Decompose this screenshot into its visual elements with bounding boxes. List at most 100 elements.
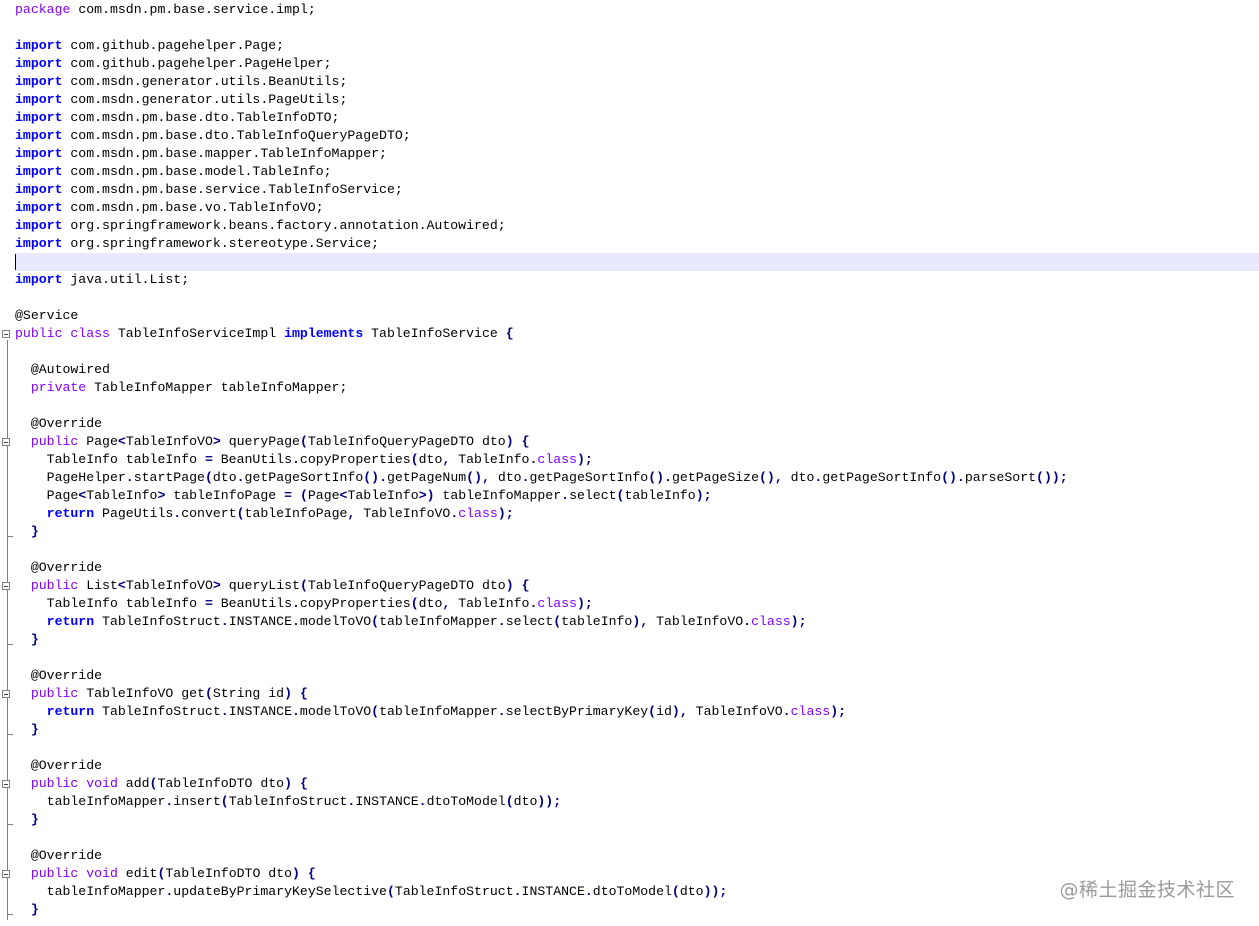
code-line[interactable]: PageHelper.startPage(dto.getPageSortInfo… (15, 469, 1259, 487)
code-token: tableInfoMapper (379, 614, 498, 629)
code-line[interactable]: import com.msdn.generator.utils.BeanUtil… (15, 73, 1259, 91)
code-line[interactable]: public void add(TableInfoDTO dto) { (15, 775, 1259, 793)
fold-collapse-icon[interactable] (2, 438, 10, 446)
code-line[interactable]: } (15, 811, 1259, 829)
fold-collapse-icon[interactable] (2, 582, 10, 590)
code-token: TableInfoService (363, 326, 506, 341)
code-line[interactable]: import com.msdn.pm.base.mapper.TableInfo… (15, 145, 1259, 163)
code-token: dtoToModel (592, 884, 672, 899)
code-line[interactable]: import com.msdn.pm.base.dto.TableInfoQue… (15, 127, 1259, 145)
code-line[interactable]: } (15, 523, 1259, 541)
code-token: import (15, 272, 63, 287)
code-token: class (751, 614, 791, 629)
fold-end-marker (7, 536, 13, 537)
code-line[interactable]: private TableInfoMapper tableInfoMapper; (15, 379, 1259, 397)
code-token: return (46, 614, 95, 629)
code-line[interactable]: Page<TableInfo> tableInfoPage = (Page<Ta… (15, 487, 1259, 505)
code-line[interactable]: import com.msdn.pm.base.vo.TableInfoVO; (15, 199, 1259, 217)
fold-collapse-icon[interactable] (2, 780, 10, 788)
code-line[interactable]: @Autowired (15, 361, 1259, 379)
code-token: class (537, 596, 577, 611)
code-editor[interactable]: package com.msdn.pm.base.service.impl; im… (0, 0, 1259, 926)
code-line[interactable]: } (15, 631, 1259, 649)
code-line[interactable]: import com.github.pagehelper.PageHelper; (15, 55, 1259, 73)
code-token: . (220, 614, 229, 629)
code-line[interactable]: public List<TableInfoVO> queryList(Table… (15, 577, 1259, 595)
code-token: insert (173, 794, 221, 809)
code-line[interactable]: import com.msdn.pm.base.model.TableInfo; (15, 163, 1259, 181)
code-line[interactable]: public Page<TableInfoVO> queryPage(Table… (15, 433, 1259, 451)
code-token: ), (632, 614, 649, 629)
code-line[interactable]: package com.msdn.pm.base.service.impl; (15, 1, 1259, 19)
code-line[interactable] (15, 289, 1259, 307)
code-line[interactable]: import org.springframework.stereotype.Se… (15, 235, 1259, 253)
fold-collapse-icon[interactable] (2, 690, 10, 698)
code-token: )); (537, 794, 562, 809)
code-token: TableInfo (347, 488, 419, 503)
code-token: import (15, 182, 63, 197)
code-token: getPageSortInfo (529, 470, 649, 485)
code-line[interactable]: tableInfoMapper.insert(TableInfoStruct.I… (15, 793, 1259, 811)
fold-collapse-icon[interactable] (2, 330, 10, 338)
code-line[interactable] (15, 19, 1259, 37)
code-token: . (418, 794, 427, 809)
code-token: import (15, 92, 63, 107)
code-line[interactable] (15, 253, 1259, 271)
code-token: . (513, 884, 522, 899)
code-token: implements (284, 326, 364, 341)
code-token: TableInfoQueryPageDTO dto (307, 434, 506, 449)
code-lines[interactable]: package com.msdn.pm.base.service.impl; im… (15, 1, 1259, 919)
code-token: getPageSortInfo (822, 470, 942, 485)
code-line[interactable] (15, 343, 1259, 361)
code-line[interactable]: import java.util.List; (15, 271, 1259, 289)
code-token: edit (117, 866, 158, 881)
code-line[interactable] (15, 739, 1259, 757)
code-token: com.msdn.pm.base.mapper.TableInfoMapper; (62, 146, 387, 161)
code-line[interactable]: } (15, 721, 1259, 739)
code-token: ); (497, 506, 514, 521)
code-token: id (656, 704, 672, 719)
code-line[interactable]: import com.msdn.pm.base.dto.TableInfoDTO… (15, 109, 1259, 127)
code-line[interactable]: public TableInfoVO get(String id) { (15, 685, 1259, 703)
code-line[interactable]: @Override (15, 559, 1259, 577)
code-token: dto (212, 470, 237, 485)
fold-gutter[interactable] (0, 0, 14, 926)
code-token: import (15, 164, 63, 179)
code-line[interactable] (15, 541, 1259, 559)
code-token: convert (181, 506, 237, 521)
code-token: getPageSize (671, 470, 760, 485)
code-token: select (505, 614, 554, 629)
fold-end-marker (7, 914, 13, 915)
code-token: import (15, 110, 63, 125)
code-token: ) (284, 776, 293, 791)
code-line[interactable] (15, 649, 1259, 667)
code-token: ( (204, 686, 213, 701)
code-line[interactable]: TableInfo tableInfo = BeanUtils.copyProp… (15, 595, 1259, 613)
code-line[interactable]: @Override (15, 757, 1259, 775)
code-line[interactable]: return TableInfoStruct.INSTANCE.modelToV… (15, 703, 1259, 721)
code-token: BeanUtils (212, 596, 292, 611)
code-line[interactable]: import com.github.pagehelper.Page; (15, 37, 1259, 55)
code-line[interactable] (15, 397, 1259, 415)
code-line[interactable]: return PageUtils.convert(tableInfoPage, … (15, 505, 1259, 523)
fold-collapse-icon[interactable] (2, 870, 10, 878)
code-token: @Override (15, 758, 103, 773)
code-line[interactable] (15, 829, 1259, 847)
code-line[interactable]: @Override (15, 415, 1259, 433)
code-line[interactable]: TableInfo tableInfo = BeanUtils.copyProp… (15, 451, 1259, 469)
code-token: TableInfoDTO dto (157, 776, 285, 791)
code-line[interactable]: import com.msdn.pm.base.service.TableInf… (15, 181, 1259, 199)
code-token: com.msdn.generator.utils.BeanUtils; (62, 74, 348, 89)
code-line[interactable]: import com.msdn.generator.utils.PageUtil… (15, 91, 1259, 109)
code-line[interactable]: @Service (15, 307, 1259, 325)
code-token: { (521, 434, 530, 449)
code-line[interactable]: @Override (15, 667, 1259, 685)
code-line[interactable]: import org.springframework.beans.factory… (15, 217, 1259, 235)
code-token: com.msdn.pm.base.vo.TableInfoVO; (62, 200, 324, 215)
code-line[interactable]: @Override (15, 847, 1259, 865)
code-line[interactable]: return TableInfoStruct.INSTANCE.modelToV… (15, 613, 1259, 631)
code-line[interactable]: } (15, 901, 1259, 919)
code-line[interactable]: public class TableInfoServiceImpl implem… (15, 325, 1259, 343)
